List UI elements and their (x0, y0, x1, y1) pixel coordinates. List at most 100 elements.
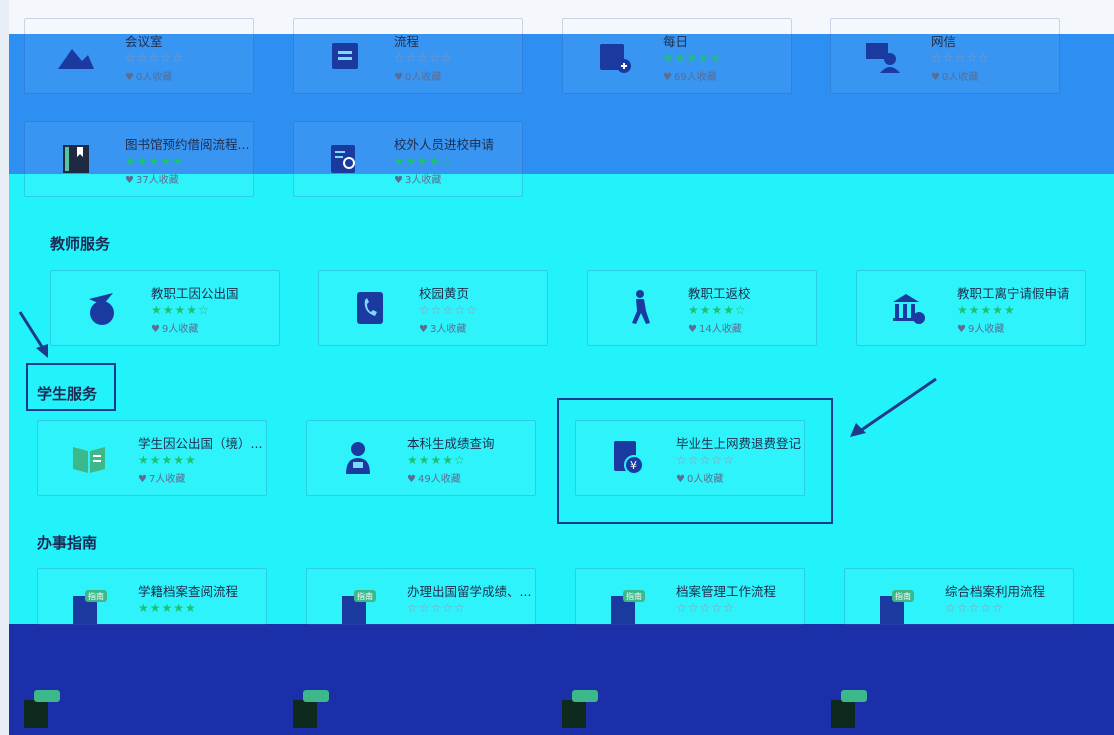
rating-stars: ☆☆☆☆☆ (676, 453, 735, 467)
heart-icon: ♥ (125, 175, 134, 186)
student-icon (335, 435, 381, 481)
card-title: 校外人员进校申请 (394, 137, 495, 152)
favorite-count: ♥ 49人收藏 (407, 474, 461, 485)
document-icon (322, 33, 368, 79)
favorite-count: ♥ 14人收藏 (688, 324, 742, 335)
favorite-count: ♥ 0人收藏 (676, 474, 724, 485)
guide-badge-icon (831, 690, 871, 734)
favorite-count: ♥ 9人收藏 (957, 324, 1005, 335)
user-network-icon (859, 33, 905, 79)
favorite-count: ♥ 0人收藏 (394, 72, 442, 83)
open-book-icon (66, 435, 112, 481)
favorite-count: ♥ 9人收藏 (151, 324, 199, 335)
bottom-color-band (0, 624, 1114, 735)
rating-stars: ★★★★☆ (688, 303, 747, 317)
bank-icon (885, 285, 931, 331)
heart-icon: ♥ (407, 474, 416, 485)
rating-stars: ★★★★★ (957, 303, 1016, 317)
arrow-icon (850, 377, 937, 437)
rating-stars: ☆☆☆☆☆ (125, 51, 184, 65)
mountain-icon (53, 33, 99, 79)
favorite-count: ♥ 3人收藏 (419, 324, 467, 335)
guide-badge-icon (293, 690, 333, 734)
heart-icon: ♥ (663, 72, 672, 83)
service-card-network-refund[interactable]: ¥ 毕业生上网费退费登记 ☆☆☆☆☆ ♥ 0人收藏 (575, 420, 805, 496)
section-title-teacher: 教师服务 (50, 235, 111, 253)
svg-text:指南: 指南 (88, 591, 104, 601)
favorite-count: ♥ 37人收藏 (125, 175, 179, 186)
rating-stars: ★★★★★ (138, 601, 197, 615)
rating-stars: ★★★★☆ (151, 303, 210, 317)
rating-stars: ☆☆☆☆☆ (945, 601, 1004, 615)
service-card-library[interactable]: 图书馆预约借阅流程... ★★★★★ ♥ 37人收藏 (24, 121, 254, 197)
heart-icon: ♥ (957, 324, 966, 335)
rating-stars: ☆☆☆☆☆ (931, 51, 990, 65)
favorite-count: ♥ 0人收藏 (125, 72, 173, 83)
heart-icon: ♥ (676, 474, 685, 485)
guide-document-icon: 指南 (66, 583, 112, 629)
card-title: 每日 (663, 34, 689, 49)
svg-text:指南: 指南 (895, 591, 911, 601)
heart-icon: ♥ (419, 324, 428, 335)
card-title: 流程 (394, 34, 420, 49)
section-title-guide: 办事指南 (37, 534, 98, 552)
card-title: 办理出国留学成绩、... (407, 584, 532, 599)
card-title: 教职工返校 (688, 286, 751, 301)
card-title: 图书馆预约借阅流程... (125, 137, 250, 152)
service-card-visitor[interactable]: 校外人员进校申请 ★★★★☆ ♥ 3人收藏 (293, 121, 523, 197)
card-title: 校园黄页 (419, 286, 470, 301)
clipboard-add-icon (591, 33, 637, 79)
guide-document-icon: 指南 (604, 583, 650, 629)
rating-stars: ☆☆☆☆☆ (407, 601, 466, 615)
heart-icon: ♥ (125, 72, 134, 83)
card-title: 学籍档案查阅流程 (138, 584, 239, 599)
service-card-teacher-leave[interactable]: 教职工离宁请假申请 ★★★★★ ♥ 9人收藏 (856, 270, 1086, 346)
guide-card-study-abroad[interactable]: 指南 办理出国留学成绩、... ☆☆☆☆☆ (306, 568, 536, 625)
svg-text:指南: 指南 (626, 591, 642, 601)
guide-badge-icon (24, 690, 64, 734)
favorite-count: ♥ 3人收藏 (394, 175, 442, 186)
heart-icon: ♥ (394, 175, 403, 186)
service-card-network[interactable]: 网信 ☆☆☆☆☆ ♥ 0人收藏 (830, 18, 1060, 94)
guide-card-archive-use[interactable]: 指南 综合档案利用流程 ☆☆☆☆☆ (844, 568, 1074, 625)
guide-document-icon: 指南 (873, 583, 919, 629)
guide-badge-icon (562, 690, 602, 734)
guide-card-archive-management[interactable]: 指南 档案管理工作流程 ☆☆☆☆☆ (575, 568, 805, 625)
card-title: 学生因公出国（境）... (138, 436, 263, 451)
card-title: 档案管理工作流程 (676, 584, 777, 599)
svg-text:指南: 指南 (357, 591, 373, 601)
section-title-student: 学生服务 (37, 385, 98, 403)
service-card-student-abroad[interactable]: 学生因公出国（境）... ★★★★★ ♥ 7人收藏 (37, 420, 267, 496)
rating-stars: ☆☆☆☆☆ (394, 51, 453, 65)
favorite-count: ♥ 0人收藏 (931, 72, 979, 83)
guide-document-icon: 指南 (335, 583, 381, 629)
rating-stars: ☆☆☆☆☆ (419, 303, 478, 317)
svg-text:¥: ¥ (630, 459, 637, 472)
heart-icon: ♥ (394, 72, 403, 83)
id-card-user-icon (322, 136, 368, 182)
rating-stars: ★★★★☆ (407, 453, 466, 467)
left-edge-strip (0, 0, 9, 735)
card-title: 教职工因公出国 (151, 286, 239, 301)
service-card-teacher-return[interactable]: 教职工返校 ★★★★☆ ♥ 14人收藏 (587, 270, 817, 346)
heart-icon: ♥ (151, 324, 160, 335)
rating-stars: ★★★★★ (125, 154, 184, 168)
guide-card-archive-query[interactable]: 指南 学籍档案查阅流程 ★★★★★ (37, 568, 267, 625)
rating-stars: ★★★★★ (138, 453, 197, 467)
rating-stars: ★★★★☆ (394, 154, 453, 168)
favorite-count: ♥ 69人收藏 (663, 72, 717, 83)
walking-person-icon (616, 285, 662, 331)
service-card-grade-query[interactable]: 本科生成绩查询 ★★★★☆ ♥ 49人收藏 (306, 420, 536, 496)
refund-document-icon: ¥ (604, 435, 650, 481)
card-title: 会议室 (125, 34, 163, 49)
heart-icon: ♥ (931, 72, 940, 83)
heart-icon: ♥ (688, 324, 697, 335)
service-card-meeting-room[interactable]: 会议室 ☆☆☆☆☆ ♥ 0人收藏 (24, 18, 254, 94)
service-card-process[interactable]: 流程 ☆☆☆☆☆ ♥ 0人收藏 (293, 18, 523, 94)
service-card-daily-health[interactable]: 每日 ★★★★★ ♥ 69人收藏 (562, 18, 792, 94)
heart-icon: ♥ (138, 474, 147, 485)
service-card-teacher-abroad[interactable]: 教职工因公出国 ★★★★☆ ♥ 9人收藏 (50, 270, 280, 346)
service-card-phonebook[interactable]: 校园黄页 ☆☆☆☆☆ ♥ 3人收藏 (318, 270, 548, 346)
rating-stars: ☆☆☆☆☆ (676, 601, 735, 615)
phone-book-icon (347, 285, 393, 331)
